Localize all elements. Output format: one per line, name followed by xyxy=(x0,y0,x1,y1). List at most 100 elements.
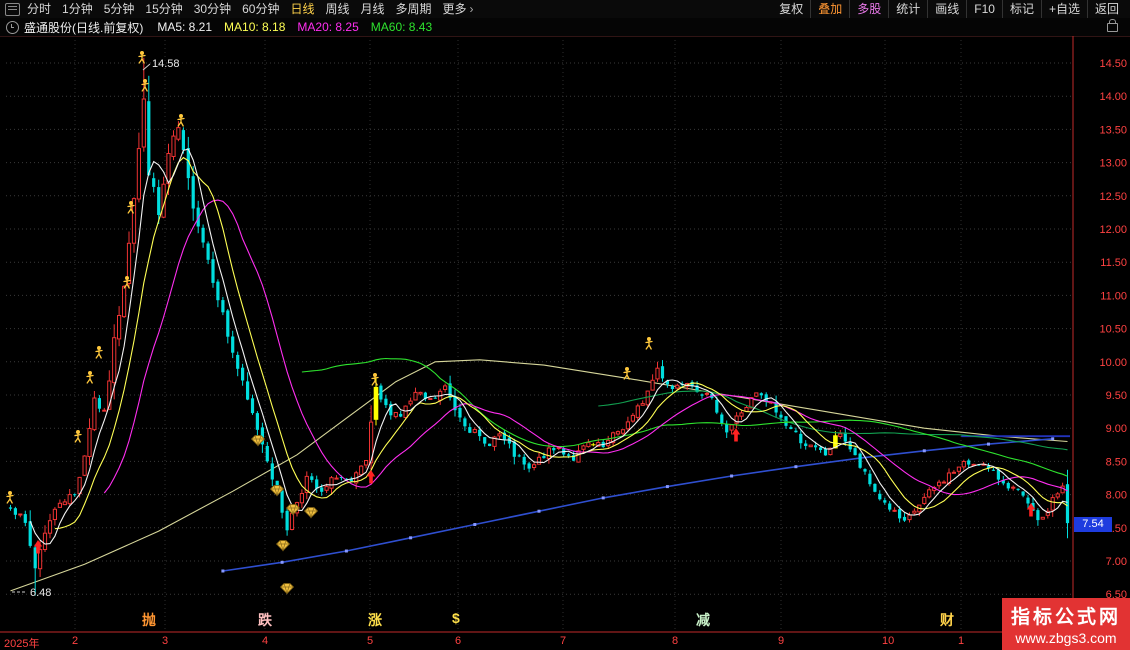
date-month-label: 4 xyxy=(262,635,268,647)
period-tab-15min[interactable]: 15分钟 xyxy=(145,0,182,18)
period-tab-daily[interactable]: 日线 xyxy=(290,0,314,18)
signal-fall: 跌 xyxy=(258,610,272,630)
price-axis-label: 13.50 xyxy=(1099,124,1127,136)
signal-reduce: 减 xyxy=(696,610,710,630)
person-icon xyxy=(87,371,93,383)
date-month-label: 3 xyxy=(162,635,168,647)
person-icon xyxy=(372,373,378,385)
person-icon xyxy=(75,430,81,442)
app-window: 14.586.4814.5014.0013.5013.0012.5012.001… xyxy=(0,0,1130,650)
cost-line-marker xyxy=(345,550,348,553)
latest-price-tag: 7.54 xyxy=(1074,517,1112,532)
price-axis-label: 11.00 xyxy=(1100,290,1127,302)
ma5-value: MA5: 8.21 xyxy=(157,20,212,34)
price-axis-label: 9.00 xyxy=(1106,423,1127,435)
chevron-right-icon: › xyxy=(470,2,474,16)
diamond-icon xyxy=(277,541,290,551)
cost-line-marker xyxy=(221,570,224,573)
date-month-label: 5 xyxy=(367,635,373,647)
peak-price-label: 14.58 xyxy=(152,58,180,70)
price-axis-label: 10.00 xyxy=(1099,357,1127,369)
diamond-icon xyxy=(305,508,318,518)
person-icon xyxy=(646,337,652,349)
period-tab-more[interactable]: 更多› xyxy=(443,0,474,18)
cost-line-marker xyxy=(538,510,541,513)
price-axis-label: 12.00 xyxy=(1099,224,1127,236)
tool-stats[interactable]: 统计 xyxy=(888,0,927,18)
period-tab-timeshare[interactable]: 分时 xyxy=(27,0,51,18)
person-icon xyxy=(178,114,184,126)
cost-line-marker xyxy=(473,523,476,526)
ma10-value: MA10: 8.18 xyxy=(224,20,285,34)
signal-wealth: 财 xyxy=(940,610,954,630)
trough-price-label: 6.48 xyxy=(30,587,51,599)
ma20-value: MA20: 8.25 xyxy=(297,20,358,34)
cost-line-marker xyxy=(987,443,990,446)
cost-line-marker xyxy=(1051,437,1054,440)
price-axis-label: 9.50 xyxy=(1106,390,1127,402)
tool-back[interactable]: 返回 xyxy=(1087,0,1126,18)
watermark: 指标公式网 www.zbgs3.com xyxy=(1002,598,1130,650)
date-month-label: 6 xyxy=(455,635,461,647)
ma5-line xyxy=(30,149,1067,544)
period-tab-30min[interactable]: 30分钟 xyxy=(194,0,231,18)
price-axis-label: 7.00 xyxy=(1106,556,1127,568)
ma-values: MA5: 8.21 MA10: 8.18 MA20: 8.25 MA60: 8.43 xyxy=(157,20,444,34)
date-month-label: 10 xyxy=(882,635,894,647)
date-month-label: 7 xyxy=(560,635,566,647)
tool-mark[interactable]: 标记 xyxy=(1002,0,1041,18)
date-month-label: 9 xyxy=(778,635,784,647)
cost-line-marker xyxy=(409,536,412,539)
cost-line-marker xyxy=(794,465,797,468)
price-axis-label: 12.50 xyxy=(1099,191,1127,203)
period-menu: 分时 1分钟 5分钟 15分钟 30分钟 60分钟日线周线月线多周期更多› xyxy=(27,0,772,18)
clock-icon[interactable] xyxy=(6,21,19,34)
period-tab-1min[interactable]: 1分钟 xyxy=(62,0,93,18)
tool-f10[interactable]: F10 xyxy=(966,0,1002,18)
signal-sell: 抛 xyxy=(142,610,156,630)
lock-icon[interactable] xyxy=(1107,23,1118,32)
tool-adjust[interactable]: 复权 xyxy=(772,0,810,18)
price-axis-label: 8.50 xyxy=(1106,456,1127,468)
price-axis-label: 11.50 xyxy=(1100,257,1127,269)
date-month-label: 2 xyxy=(72,635,78,647)
price-axis-label: 8.00 xyxy=(1106,490,1127,502)
cost-line-marker xyxy=(281,561,284,564)
period-tab-5min[interactable]: 5分钟 xyxy=(104,0,135,18)
person-icon xyxy=(96,346,102,358)
tool-multistock[interactable]: 多股 xyxy=(849,0,888,18)
tool-overlay[interactable]: 叠加 xyxy=(810,0,849,18)
diamond-icon xyxy=(281,584,294,594)
watermark-url: www.zbgs3.com xyxy=(1015,630,1116,646)
signal-rise: 涨 xyxy=(368,610,382,630)
app-icon[interactable] xyxy=(5,3,20,16)
ma60-value: MA60: 8.43 xyxy=(371,20,432,34)
period-tab-weekly[interactable]: 周线 xyxy=(325,0,349,18)
person-icon xyxy=(7,491,13,503)
period-tab-monthly[interactable]: 月线 xyxy=(361,0,385,18)
ma60-line xyxy=(302,359,1068,477)
tool-drawline[interactable]: 画线 xyxy=(927,0,966,18)
person-icon xyxy=(142,79,148,91)
period-tab-multi[interactable]: 多周期 xyxy=(396,0,432,18)
candlestick-chart[interactable]: 14.586.4814.5014.0013.5013.0012.5012.001… xyxy=(0,0,1130,650)
cost-line-marker xyxy=(602,496,605,499)
cost-line-marker xyxy=(730,475,733,478)
tools-menu: 复权叠加多股统计画线F10标记+自选返回 xyxy=(772,0,1126,18)
tool-add-favorite[interactable]: +自选 xyxy=(1041,0,1087,18)
cost-line-marker xyxy=(666,485,669,488)
price-axis-label: 10.50 xyxy=(1099,324,1127,336)
price-axis-label: 14.00 xyxy=(1099,91,1127,103)
info-bar: 盛通股份(日线.前复权) MA5: 8.21 MA10: 8.18 MA20: 8.… xyxy=(0,18,1130,36)
person-icon xyxy=(624,367,630,379)
period-tab-60min[interactable]: 60分钟 xyxy=(242,0,279,18)
price-axis-label: 13.00 xyxy=(1099,158,1127,170)
date-year-label: 2025年 xyxy=(4,635,39,650)
ma10-line xyxy=(55,158,1068,529)
date-month-label: 1 xyxy=(958,635,964,647)
date-month-label: 8 xyxy=(672,635,678,647)
signal-dollar: $ xyxy=(452,610,460,626)
cost-line-marker xyxy=(923,449,926,452)
stock-title: 盛通股份(日线.前复权) xyxy=(24,19,143,36)
top-toolbar: 分时 1分钟 5分钟 15分钟 30分钟 60分钟日线周线月线多周期更多› 复权叠加多股统… xyxy=(0,0,1130,19)
